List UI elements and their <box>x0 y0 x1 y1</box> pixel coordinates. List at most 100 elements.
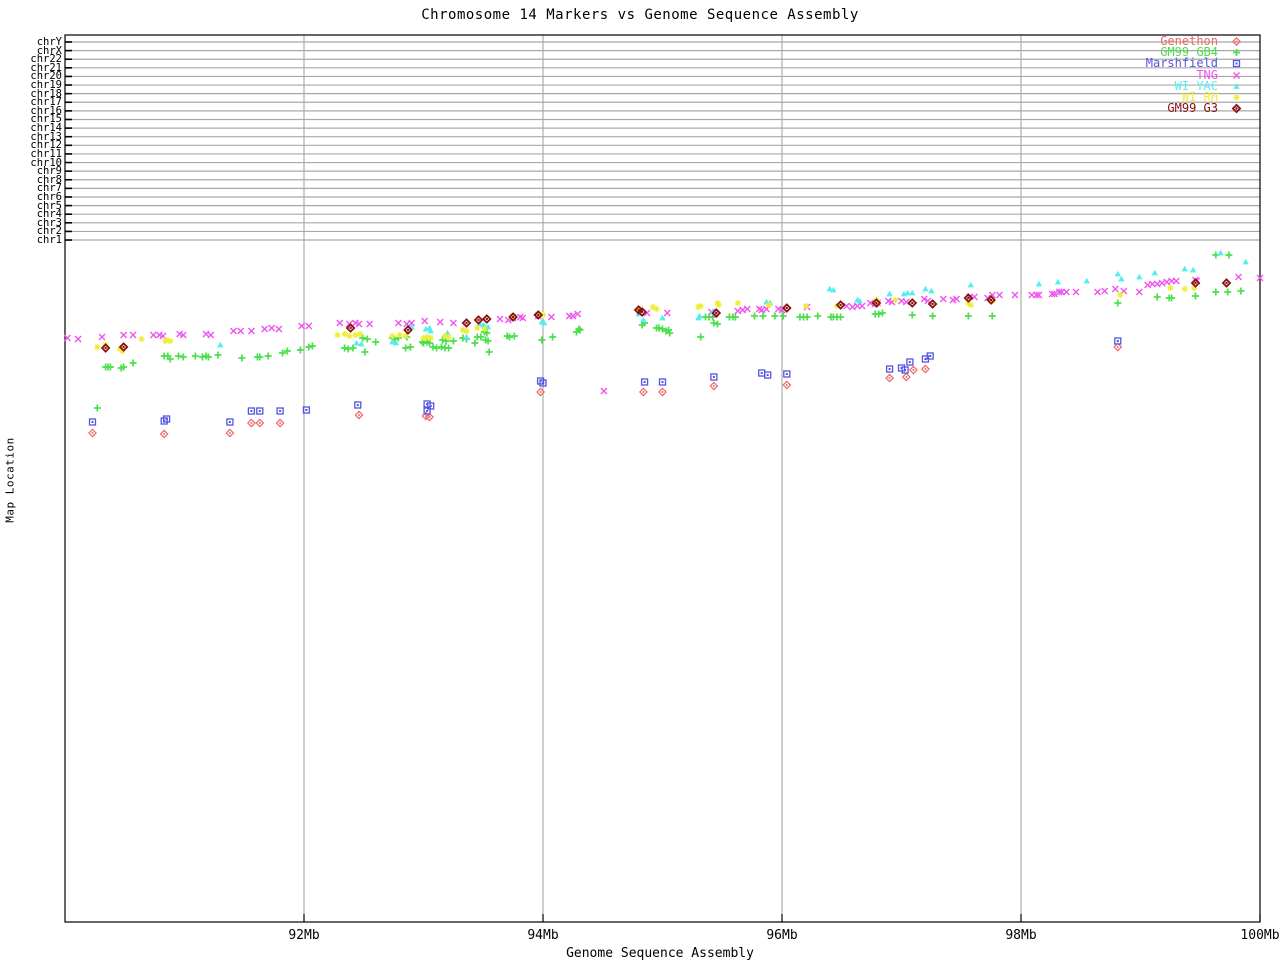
marker <box>1233 71 1240 79</box>
marker <box>1118 275 1125 282</box>
marker <box>1225 251 1233 259</box>
marker <box>878 309 886 317</box>
marker <box>93 404 101 412</box>
marker <box>902 298 910 306</box>
marker <box>886 290 893 297</box>
marker <box>1167 285 1174 291</box>
marker <box>275 418 285 428</box>
series-wi-yac <box>217 249 1249 348</box>
marker <box>449 319 457 327</box>
marker <box>1233 94 1240 101</box>
marker <box>1094 288 1101 296</box>
marker <box>198 353 206 361</box>
x-axis-tick-label: 94Mb <box>527 928 559 943</box>
marker <box>1233 49 1240 57</box>
marker <box>1035 280 1043 287</box>
marker <box>751 312 758 320</box>
marker <box>98 333 106 341</box>
marker <box>734 300 741 306</box>
marker <box>1212 288 1220 296</box>
marker <box>357 331 364 337</box>
marker <box>402 344 410 352</box>
marker <box>433 344 441 352</box>
marker <box>1114 299 1122 307</box>
marker <box>1151 269 1158 276</box>
marker <box>814 312 822 320</box>
marker <box>640 316 647 323</box>
marker <box>653 306 660 312</box>
legend: Genethon GM99 GB4 Marshfield TNG WI YAC WI RH… <box>1146 35 1243 116</box>
marker <box>389 333 396 339</box>
marker <box>179 353 187 361</box>
marker <box>885 365 894 373</box>
x-axis-tick-label: 100Mb <box>1240 928 1280 943</box>
legend-item-gm99-g3: GM99 G3 <box>1146 101 1243 116</box>
marker <box>268 324 276 332</box>
marker <box>710 319 718 327</box>
marker <box>714 320 721 328</box>
marker <box>394 319 402 327</box>
marker <box>334 332 341 338</box>
marker <box>908 365 918 375</box>
legend-label: GM99 G3 <box>1167 101 1218 116</box>
marker <box>638 387 648 397</box>
marker <box>1235 273 1242 281</box>
marker <box>779 312 787 320</box>
marker <box>481 314 492 324</box>
marker <box>354 410 364 420</box>
marker <box>129 331 137 339</box>
chart-title: Chromosome 14 Markers vs Genome Sequence… <box>421 7 859 23</box>
marker <box>366 320 374 328</box>
marker <box>207 331 215 339</box>
marker <box>758 369 766 377</box>
marker <box>663 309 671 317</box>
marker <box>175 352 182 360</box>
marker <box>909 289 916 296</box>
marker <box>885 373 895 383</box>
marker <box>358 340 365 347</box>
marker <box>445 334 452 340</box>
y-axis-label: Map Location <box>3 437 17 523</box>
marker <box>341 344 349 352</box>
marker <box>275 325 283 333</box>
marker <box>276 407 284 415</box>
marker <box>421 317 429 325</box>
marker <box>120 331 128 339</box>
marker <box>1083 277 1090 284</box>
marker <box>1135 288 1143 296</box>
marker <box>261 325 269 333</box>
marker <box>247 407 256 415</box>
marker <box>485 348 493 356</box>
marker <box>1181 286 1188 292</box>
marker <box>939 295 947 303</box>
marker <box>225 428 235 438</box>
marker <box>247 327 255 335</box>
marker <box>907 298 918 308</box>
marker <box>436 318 444 326</box>
marker <box>74 335 82 343</box>
marker <box>1233 83 1240 89</box>
marker <box>353 339 360 346</box>
marker <box>496 315 504 323</box>
marker <box>1231 103 1242 114</box>
marker <box>1172 277 1180 285</box>
marker <box>783 370 791 378</box>
marker <box>781 303 792 313</box>
x-axis-tick-label: 92Mb <box>288 928 320 943</box>
marker <box>159 429 169 439</box>
marker <box>696 312 703 319</box>
marker <box>1192 292 1199 300</box>
marker <box>1189 266 1197 273</box>
plot-border <box>64 34 1261 923</box>
marker <box>697 333 705 341</box>
marker <box>427 335 434 341</box>
marker <box>765 302 772 308</box>
marker <box>429 343 437 351</box>
marker <box>600 387 608 395</box>
x-axis-tick-label: 96Mb <box>766 928 798 943</box>
marker <box>363 335 371 343</box>
marker <box>922 285 929 292</box>
marker <box>481 326 488 332</box>
marker <box>346 333 353 339</box>
chart-canvas: Chromosome 14 Markers vs Genome Sequence… <box>0 0 1280 960</box>
